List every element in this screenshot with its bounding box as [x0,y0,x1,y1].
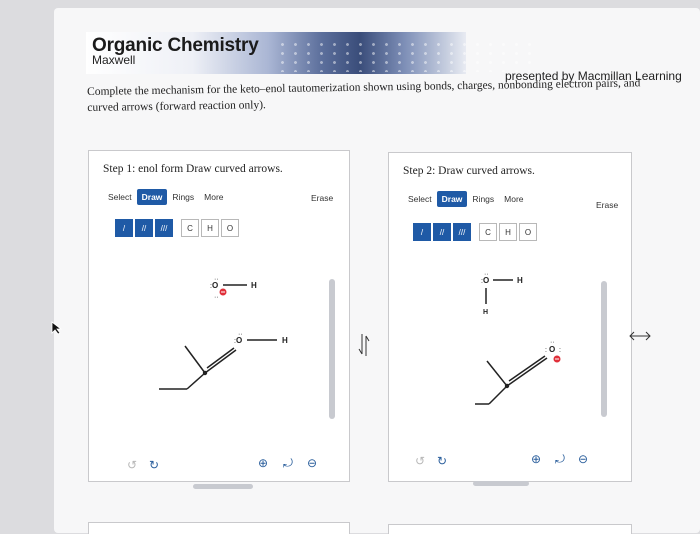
enolate-lone-pair-left: : [545,347,547,354]
step1-title: Step 1: enol form Draw curved arrows. [103,163,283,175]
resonance-arrow-icon [629,331,651,341]
step2-undo-icon[interactable]: ↺ [413,454,427,468]
equilibrium-arrow-icon [358,334,370,356]
step2-water-hydrogen-2: H [483,309,488,316]
step2-panel: Step 2: Draw curved arrows. Select Draw … [388,152,632,486]
step1-tab-rings[interactable]: Rings [167,189,199,205]
enol-ch-bond [186,372,206,390]
step2-drawing-canvas[interactable]: O : ·· H H O : : ·· [389,248,604,428]
step2-single-bond-tool[interactable]: / [413,223,431,241]
enol-lone-pair-left: : [234,338,236,345]
step1-tab-draw[interactable]: Draw [136,188,168,205]
step1-tab-select[interactable]: Select [103,189,137,205]
step2-zoom-out-icon[interactable]: ⊖ [576,452,590,466]
step2-horizontal-scrollbar[interactable] [473,481,529,486]
enol-double-bond-outer [204,349,237,374]
enolate-methyl-bond [486,360,508,387]
step2-tool-row: / // /// C H O [413,223,537,241]
water-lone-pair-top: ·· [484,271,489,278]
step1-oxygen-tool[interactable]: O [221,219,239,237]
step2-triple-bond-tool[interactable]: /// [453,223,471,241]
step2-hydrogen-tool[interactable]: H [499,223,517,241]
enolate-double-bond-inner [508,355,546,382]
step1-reset-zoom-icon[interactable]: ⤾ [281,456,295,470]
step1-hydroxide-hydrogen: H [251,281,257,290]
step2-enolate-oxygen: O [549,345,555,354]
enol-lone-pair-top: ·· [238,331,243,338]
step2-water-hydrogen-1: H [517,276,523,285]
step1-hydrogen-tool[interactable]: H [201,219,219,237]
step1-tab-more[interactable]: More [199,189,228,205]
step1-drawing-canvas[interactable]: O : ·· ·· H O : ·· H [89,246,329,446]
step1-tool-row: / // /// C H O [115,219,239,237]
step2-zoom-in-icon[interactable]: ⊕ [529,452,543,466]
step1-zoom-out-icon[interactable]: ⊖ [305,456,319,470]
step2-oxygen-tool[interactable]: O [519,223,537,241]
step1-carbon-tool[interactable]: C [181,219,199,237]
enolate-carbon-dot [504,383,510,389]
step1-redo-icon[interactable]: ↻ [147,458,161,472]
step2-double-bond-tool[interactable]: // [433,223,451,241]
enolate-double-bond-outer [506,357,548,387]
step1-triple-bond-tool[interactable]: /// [155,219,173,237]
step1-single-bond-tool[interactable]: / [115,219,133,237]
step1-erase-button[interactable]: Erase [311,193,333,203]
step1-vertical-scrollbar[interactable] [329,279,335,419]
step1-double-bond-tool[interactable]: // [135,219,153,237]
step2-tab-draw[interactable]: Draw [436,190,468,207]
step1-panel: Step 1: enol form Draw curved arrows. Se… [88,150,350,489]
step2-tab-select[interactable]: Select [403,191,437,207]
step2-reset-zoom-icon[interactable]: ⤾ [553,452,567,466]
enolate-lone-pair-top: ·· [550,339,555,346]
mouse-cursor-icon [51,321,63,335]
enol-carbon-dot [202,370,208,376]
hydroxide-lone-pair-top: ·· [214,276,219,283]
enol-double-bond-inner [206,347,235,369]
step2-toolbar: Select Draw Rings More [403,189,529,208]
step2-tab-more[interactable]: More [499,191,528,207]
enolate-lone-pair-right: : [559,347,561,354]
step1-zoom-in-icon[interactable]: ⊕ [256,456,270,470]
step2-carbon-tool[interactable]: C [479,223,497,241]
step2-title: Step 2: Draw curved arrows. [403,165,535,177]
hydroxide-lone-pair-left: : [210,283,212,290]
hydroxide-lone-pair-bottom: ·· [214,294,219,301]
step2-tab-rings[interactable]: Rings [467,191,499,207]
course-author: Maxwell [92,53,136,67]
step1-undo-icon[interactable]: ↺ [125,458,139,472]
enol-methyl-bond [184,345,206,374]
step1-horizontal-scrollbar[interactable] [193,484,253,489]
next-step-panel-left [88,522,350,534]
enolate-ch-bond [488,385,508,405]
step1-enol-hydrogen: H [282,336,288,345]
step2-erase-button[interactable]: Erase [596,200,618,210]
step2-redo-icon[interactable]: ↻ [435,454,449,468]
step2-vertical-scrollbar[interactable] [601,281,607,417]
step1-toolbar: Select Draw Rings More [103,187,229,206]
water-lone-pair-left: : [481,278,483,285]
